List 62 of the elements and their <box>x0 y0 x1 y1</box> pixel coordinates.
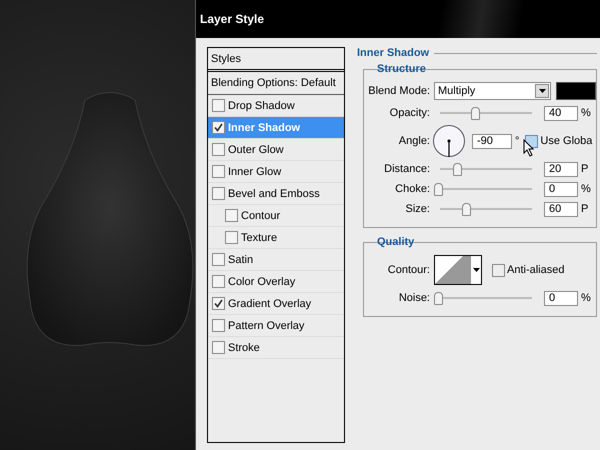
styles-header[interactable]: Styles <box>208 48 344 72</box>
group-title: Quality <box>377 236 414 248</box>
style-list-item[interactable]: Bevel and Emboss <box>208 183 344 205</box>
style-list-item[interactable]: Inner Glow <box>208 161 344 183</box>
checkbox[interactable] <box>212 143 225 156</box>
checkbox[interactable] <box>212 99 225 112</box>
field-label: Choke: <box>394 183 431 195</box>
pointer-cursor-icon <box>523 138 536 156</box>
checkbox[interactable] <box>212 319 225 332</box>
blend-mode-dropdown[interactable]: Multiply <box>434 82 552 100</box>
value-input[interactable]: 60 <box>544 202 578 216</box>
field-label: Opacity: <box>388 107 431 119</box>
contour-picker[interactable] <box>434 255 482 285</box>
field-label: Angle: <box>398 135 431 147</box>
section-title: Inner Shadow <box>357 47 430 59</box>
checkbox[interactable] <box>212 341 225 354</box>
checkbox[interactable] <box>212 275 225 288</box>
checkbox[interactable] <box>212 253 225 266</box>
checkbox[interactable] <box>212 187 225 200</box>
field-label: Distance: <box>383 163 431 175</box>
style-list-item[interactable]: Texture <box>208 227 344 249</box>
unit-label: P <box>581 203 588 215</box>
dropdown-arrow-icon <box>473 268 481 272</box>
slider-thumb[interactable] <box>453 162 462 176</box>
slider-thumb[interactable] <box>471 106 480 120</box>
checkbox[interactable] <box>212 297 225 310</box>
slider-thumb[interactable] <box>434 182 443 196</box>
unit-label: % <box>581 107 591 119</box>
style-list-item[interactable]: Pattern Overlay <box>208 315 344 337</box>
checkbox-label: Use Globa <box>540 135 592 147</box>
field-label: Blend Mode: <box>368 85 431 97</box>
style-list-item[interactable]: Outer Glow <box>208 139 344 161</box>
group-title: Structure <box>377 63 426 75</box>
checkbox[interactable] <box>225 231 238 244</box>
value-input[interactable]: 40 <box>544 106 578 120</box>
blending-options-item[interactable]: Blending Options: Default <box>208 72 344 95</box>
window-title: Layer Style <box>200 12 264 26</box>
value-input[interactable]: 0 <box>544 290 578 306</box>
value-input[interactable]: 0 <box>544 182 578 196</box>
slider-thumb[interactable] <box>462 202 471 216</box>
checkbox[interactable] <box>225 209 238 222</box>
unit-label: % <box>581 292 591 304</box>
angle-dial[interactable] <box>432 124 466 158</box>
field-label: Size: <box>404 203 431 215</box>
checkbox-label: Anti-aliased <box>507 264 564 276</box>
style-list-item[interactable]: Contour <box>208 205 344 227</box>
unit-label: % <box>581 183 591 195</box>
style-list-item[interactable]: Satin <box>208 249 344 271</box>
slider-thumb[interactable] <box>434 292 443 304</box>
checkbox[interactable] <box>492 264 505 276</box>
style-list-item[interactable]: Color Overlay <box>208 271 344 293</box>
style-list-item[interactable]: Gradient Overlay <box>208 293 344 315</box>
checkbox[interactable] <box>212 165 225 178</box>
field-label: Contour: <box>386 264 431 276</box>
field-label: Noise: <box>398 292 431 304</box>
shadow-color-swatch[interactable] <box>556 82 596 100</box>
checkbox[interactable] <box>212 121 225 134</box>
value-input[interactable]: 20 <box>544 162 578 176</box>
angle-input[interactable]: -90 <box>472 134 512 148</box>
unit-label: P <box>581 163 588 175</box>
style-list-item[interactable]: Stroke <box>208 337 344 359</box>
unit-label: ° <box>515 135 520 147</box>
